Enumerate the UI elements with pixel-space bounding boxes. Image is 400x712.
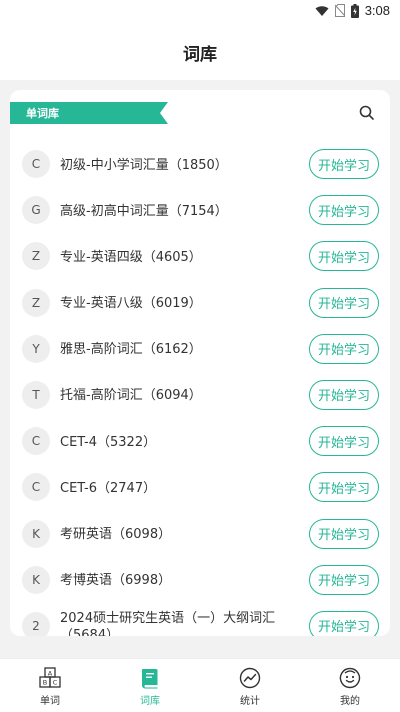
svg-text:A: A [48, 669, 53, 677]
svg-text:B: B [43, 679, 47, 687]
avatar: 2 [22, 611, 50, 636]
nav-item-library[interactable]: 词库 [100, 659, 200, 712]
avatar: Z [22, 242, 50, 271]
nav-item-mine[interactable]: 我的 [300, 659, 400, 712]
start-learning-button[interactable]: 开始学习 [309, 333, 379, 364]
avatar: C [22, 473, 50, 502]
wifi-icon [315, 5, 329, 16]
avatar: G [22, 196, 50, 225]
no-sim-icon [334, 4, 345, 17]
nav-label-words: 单词 [40, 696, 60, 707]
book-icon [139, 667, 161, 689]
list-item[interactable]: G 高级-初高中词汇量（7154） 开始学习 [10, 188, 390, 234]
list-item[interactable]: Z 专业-英语四级（4605） 开始学习 [10, 234, 390, 280]
list-item[interactable]: T 托福-高阶词汇（6094） 开始学习 [10, 373, 390, 419]
start-learning-button[interactable]: 开始学习 [309, 195, 379, 226]
start-learning-button[interactable]: 开始学习 [309, 472, 379, 503]
list-item-title: 托福-高阶词汇（6094） [60, 388, 202, 404]
list-item[interactable]: K 考研英语（6098） 开始学习 [10, 512, 390, 558]
nav-item-words[interactable]: A B C 单词 [0, 659, 100, 712]
nav-label-library: 词库 [140, 696, 160, 707]
nav-label-stats: 统计 [240, 696, 260, 707]
list-item[interactable]: K 考博英语（6998） 开始学习 [10, 558, 390, 604]
status-bar: 3:08 [0, 0, 400, 24]
status-icons: 3:08 [315, 3, 390, 18]
list-item-title: 专业-英语四级（4605） [60, 249, 202, 265]
start-learning-button[interactable]: 开始学习 [309, 379, 379, 410]
section-label: 单词库 [26, 107, 59, 120]
word-list: C 初级-中小学词汇量（1850） 开始学习 G 高级-初高中词汇量（7154）… [10, 142, 390, 636]
battery-charging-icon [350, 3, 359, 18]
app-header: 词库 [0, 24, 400, 80]
list-item[interactable]: C CET-6（2747） 开始学习 [10, 465, 390, 511]
list-item[interactable]: C CET-4（5322） 开始学习 [10, 419, 390, 465]
avatar: T [22, 380, 50, 409]
page-title: 词库 [183, 44, 217, 65]
start-learning-button[interactable]: 开始学习 [309, 610, 379, 636]
smiley-face-icon [339, 667, 361, 689]
list-item-title: 考研英语（6098） [60, 527, 172, 542]
word-library-card: 单词库 C 初级-中小学词汇量（1850） 开始学习 G 高级-初高中词汇量（7… [10, 90, 390, 636]
avatar: Y [22, 334, 50, 363]
start-learning-button[interactable]: 开始学习 [309, 287, 379, 318]
avatar: C [22, 427, 50, 456]
nav-label-mine: 我的 [340, 696, 360, 707]
list-item-title: CET-6（2747） [60, 480, 157, 496]
start-learning-button[interactable]: 开始学习 [309, 241, 379, 272]
list-item-title: 专业-英语八级（6019） [60, 296, 202, 312]
bottom-nav: A B C 单词 词库 统计 我的 [0, 658, 400, 712]
trend-chart-icon [239, 667, 261, 689]
list-item[interactable]: Y 雅思-高阶词汇（6162） 开始学习 [10, 327, 390, 373]
status-time: 3:08 [364, 3, 390, 18]
list-item-title: 雅思-高阶词汇（6162） [60, 342, 202, 358]
avatar: Z [22, 288, 50, 317]
list-item-title: 考博英语（6998） [60, 573, 172, 589]
list-item[interactable]: C 初级-中小学词汇量（1850） 开始学习 [10, 142, 390, 188]
list-item[interactable]: Z 专业-英语八级（6019） 开始学习 [10, 281, 390, 327]
abc-blocks-icon: A B C [39, 667, 61, 689]
start-learning-button[interactable]: 开始学习 [309, 149, 379, 179]
search-button[interactable] [358, 104, 376, 122]
start-learning-button[interactable]: 开始学习 [309, 518, 379, 549]
list-item[interactable]: 2 2024硕士研究生英语（一）大纲词汇（5684） 开始学习 [10, 604, 390, 636]
avatar: C [22, 150, 50, 178]
start-learning-button[interactable]: 开始学习 [309, 564, 379, 595]
avatar: K [22, 565, 50, 594]
search-icon [359, 105, 374, 120]
list-item-title: CET-4（5322） [60, 434, 157, 450]
list-item-title: 高级-初高中词汇量（7154） [60, 203, 228, 219]
list-item-title: 初级-中小学词汇量（1850） [60, 157, 228, 173]
list-item-title: 2024硕士研究生英语（一）大纲词汇（5684） [60, 610, 276, 636]
nav-item-stats[interactable]: 统计 [200, 659, 300, 712]
start-learning-button[interactable]: 开始学习 [309, 426, 379, 457]
avatar: K [22, 519, 50, 548]
section-ribbon: 单词库 [10, 102, 168, 124]
svg-text:C: C [53, 679, 58, 687]
